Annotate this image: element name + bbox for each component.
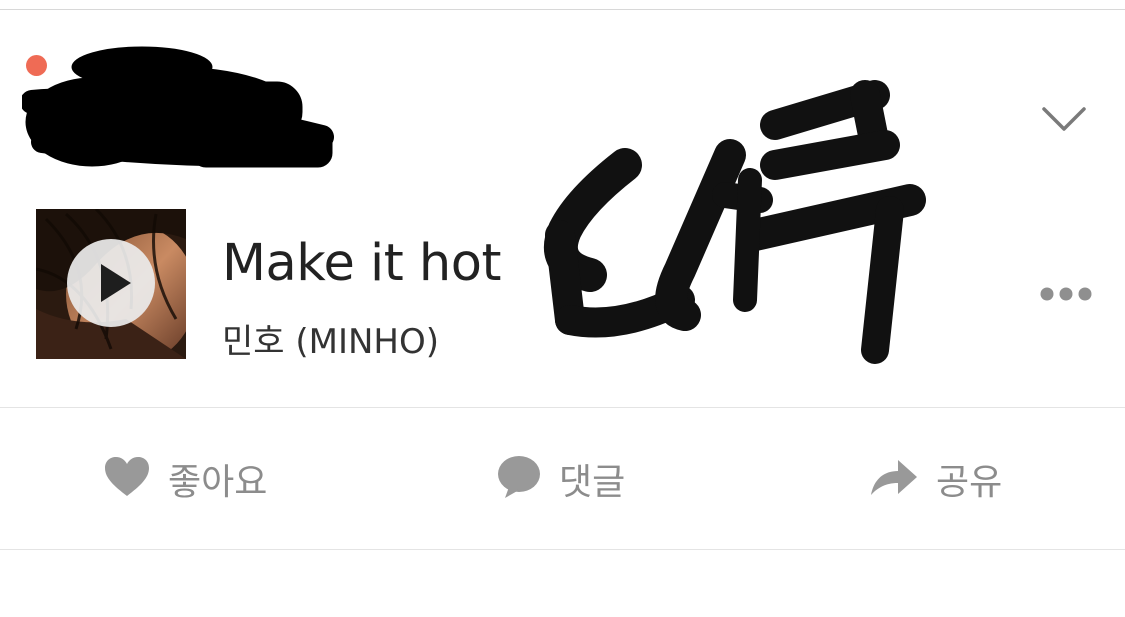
notification-dot (26, 55, 47, 76)
comment-button[interactable]: 댓글 (497, 455, 626, 503)
share-button[interactable]: 공유 (870, 456, 1003, 503)
share-arrow-icon (870, 457, 918, 501)
song-title[interactable]: Make it hot (222, 234, 501, 293)
play-icon[interactable] (67, 239, 155, 327)
bottom-divider (0, 549, 1125, 550)
heart-icon (104, 456, 150, 502)
username-redaction-scribble (20, 42, 337, 177)
comment-label: 댓글 (559, 462, 626, 503)
brush-overlay-text: 더쿠 (530, 50, 950, 370)
like-label: 좋아요 (168, 462, 268, 503)
more-options-icon[interactable] (1038, 282, 1094, 306)
artist-name[interactable]: 민호 (MINHO) (222, 314, 439, 363)
chevron-down-icon[interactable] (1040, 103, 1088, 135)
share-label: 공유 (936, 462, 1003, 503)
speech-bubble-icon (497, 455, 541, 503)
like-button[interactable]: 좋아요 (104, 456, 268, 503)
action-bar: 좋아요 댓글 공유 (0, 408, 1125, 549)
